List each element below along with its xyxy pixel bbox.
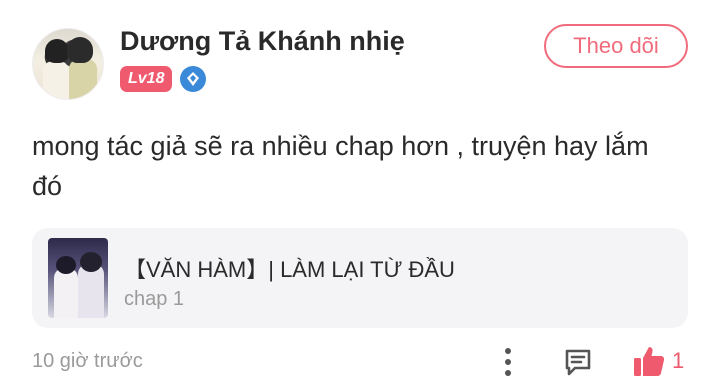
comment-reply-icon[interactable]: [562, 346, 594, 378]
story-title: 【VĂN HÀM】| LÀM LẠI TỪ ĐẦU: [124, 257, 455, 282]
level-badge: Lv18: [120, 66, 173, 92]
like-button[interactable]: 1: [632, 344, 684, 378]
story-card[interactable]: 【VĂN HÀM】| LÀM LẠI TỪ ĐẦU chap 1: [32, 228, 688, 328]
diamond-badge-icon: [180, 66, 207, 92]
username[interactable]: Dương Tả Khánh nhiẹ: [120, 26, 405, 57]
thumbs-up-icon: [634, 347, 665, 376]
story-chapter: chap 1: [124, 288, 185, 310]
user-badges: Lv18: [120, 66, 207, 92]
comment-text: mong tác giả sẽ ra nhiều chap hơn , truy…: [32, 131, 649, 201]
more-vertical-icon[interactable]: [498, 346, 518, 378]
follow-button[interactable]: Theo dõi: [544, 24, 688, 68]
avatar[interactable]: [32, 28, 104, 100]
comment-header: Dương Tả Khánh nhiẹ Lv18 Theo dõi: [32, 24, 688, 104]
like-count: 1: [672, 348, 685, 373]
comment-timestamp: 10 giờ trước: [32, 350, 143, 372]
story-cover-image: [48, 238, 108, 318]
